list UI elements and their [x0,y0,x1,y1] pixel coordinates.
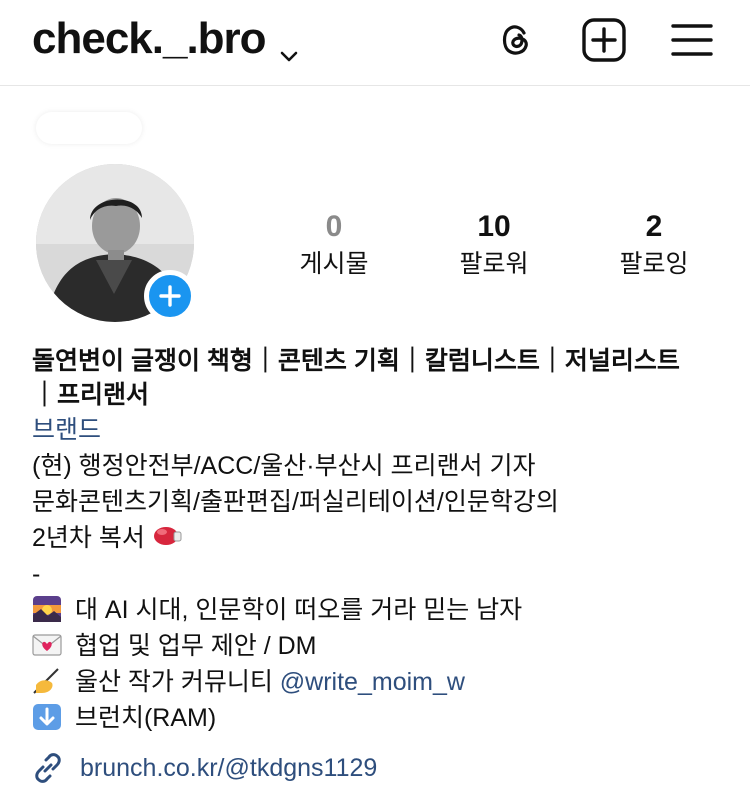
mention-link[interactable]: @write_moim_w [280,668,465,696]
stat-following-count: 2 [645,210,663,243]
display-name-line-1: 돌연변이 글쟁이 책형｜콘텐츠 기획｜칼럼니스트｜저널리스트 [32,347,680,375]
sunset-icon [32,595,62,623]
threads-icon[interactable] [492,16,540,64]
top-bar: check._.bro [0,0,750,86]
plus-icon [159,285,181,307]
bio-line: 2년차 복서 [32,520,732,556]
account-switcher[interactable]: check._.bro [32,14,300,64]
stat-posts-label: 게시물 [299,250,369,278]
bio-line: 브런치(RAM) [32,700,732,736]
stat-posts[interactable]: 0 게시물 [254,208,414,282]
stat-followers[interactable]: 10 팔로워 [414,208,574,282]
stat-posts-count: 0 [325,210,343,243]
profile-category: 브랜드 [32,416,102,444]
menu-icon[interactable] [668,16,716,64]
display-name-line-2: ｜프리랜서 [32,381,150,409]
down-arrow-icon [32,703,62,731]
external-link[interactable]: brunch.co.kr/@tkdgns1129 [32,752,377,784]
bio-line: 대 AI 시대, 인문학이 떠오를 거라 믿는 남자 [32,592,732,628]
stat-following-label: 팔로잉 [619,250,689,278]
boxing-glove-icon [152,523,182,551]
bio-line: 협업 및 업무 제안 / DM [32,628,732,664]
love-letter-icon [32,631,62,659]
link-icon [35,753,61,783]
bio-line: 문화콘텐츠기획/출판편집/퍼실리테이션/인문학강의 [32,488,559,516]
bio-line-text: 대 AI 시대, 인문학이 떠오를 거라 믿는 남자 [74,596,523,624]
writing-hand-icon [32,667,62,695]
bio-line-text: 브런치(RAM) [74,704,217,732]
bio-line-text: 협업 및 업무 제안 / DM [74,632,317,660]
stat-following[interactable]: 2 팔로잉 [574,208,734,282]
bio-line-text: 울산 작가 커뮤니티 [74,668,280,696]
bio-line: - [32,560,41,588]
stat-followers-count: 10 [477,210,511,243]
create-plus-icon[interactable] [580,16,628,64]
chevron-down-icon [278,28,300,62]
note-bubble[interactable] [36,112,142,144]
bio-line: 울산 작가 커뮤니티 @write_moim_w [32,664,732,700]
profile-avatar[interactable] [36,164,196,322]
username: check._.bro [32,14,267,63]
profile-stats: 0 게시물 10 팔로워 2 팔로잉 [254,208,734,282]
external-link-url: brunch.co.kr/@tkdgns1129 [80,753,378,782]
profile-bio: 돌연변이 글쟁이 책형｜콘텐츠 기획｜칼럼니스트｜저널리스트 ｜프리랜서 브랜드… [32,344,732,736]
bio-line-text: 2년차 복서 [32,524,145,552]
stat-followers-label: 팔로워 [459,250,529,278]
add-story-button[interactable] [144,270,196,322]
bio-line: (현) 행정안전부/ACC/울산·부산시 프리랜서 기자 [32,452,536,480]
